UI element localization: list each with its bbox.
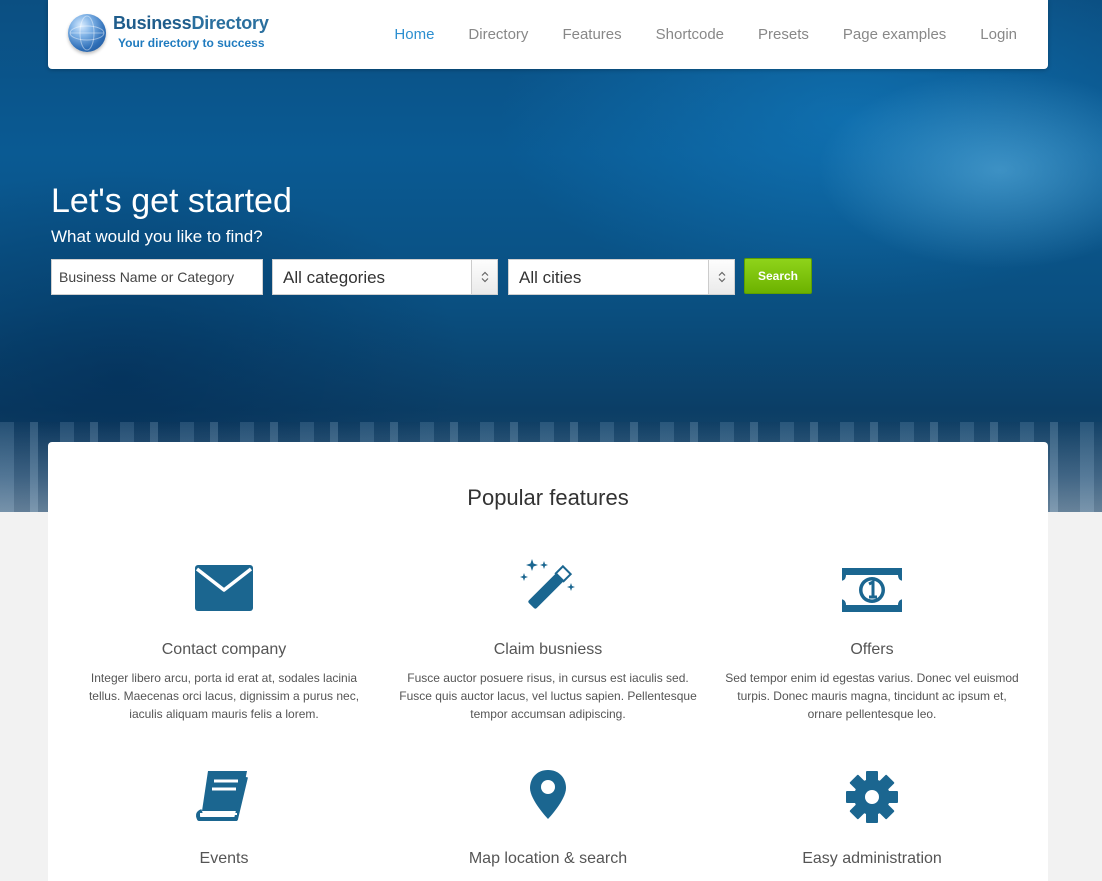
category-select-value: All categories [283, 268, 386, 287]
feature-title: Contact company [161, 641, 287, 658]
city-select-arrow[interactable] [708, 260, 734, 294]
hero-subtitle: What would you like to find? [51, 227, 263, 246]
features-heading: Popular features [467, 485, 629, 510]
feature-description: Integer libero arcu, porta id erat at, s… [88, 671, 360, 721]
updown-arrows-icon [481, 271, 489, 283]
category-select[interactable]: All categories [272, 259, 498, 295]
magic-wand-icon [520, 559, 575, 609]
nav-page-examples[interactable]: Page examples [826, 26, 963, 43]
brand-tagline: Your directory to success [118, 36, 265, 50]
nav-directory[interactable]: Directory [451, 26, 545, 43]
category-select-arrow[interactable] [471, 260, 497, 294]
money-bill-icon [842, 568, 902, 612]
city-select-value: All cities [519, 268, 582, 287]
hero-title: Let's get started [51, 182, 292, 220]
nav-features[interactable]: Features [545, 26, 638, 43]
nav-home[interactable]: Home [377, 26, 451, 43]
business-search-input[interactable] [51, 259, 263, 295]
gear-icon [846, 771, 898, 823]
city-select[interactable]: All cities [508, 259, 735, 295]
brand-logo[interactable]: BusinessDirectory Your directory to succ… [68, 13, 278, 55]
feature-description: Fusce auctor posuere risus, in cursus es… [399, 671, 697, 721]
feature-title: Easy administration [802, 850, 942, 867]
hero-banner [0, 0, 1102, 512]
envelope-icon [195, 565, 253, 611]
brand-name: BusinessDirectory [113, 13, 269, 33]
feature-title: Offers [850, 641, 894, 658]
feature-title: Map location & search [468, 850, 628, 867]
feature-title: Events [199, 850, 249, 867]
globe-icon [68, 14, 106, 52]
nav-presets[interactable]: Presets [741, 26, 826, 43]
features-card: Popular features Contact company Integer… [48, 442, 1048, 881]
nav-shortcode[interactable]: Shortcode [639, 26, 741, 43]
updown-arrows-icon [718, 271, 726, 283]
main-nav: Home Directory Features Shortcode Preset… [377, 0, 1034, 69]
top-navbar: BusinessDirectory Your directory to succ… [48, 0, 1048, 69]
map-pin-icon [530, 770, 566, 819]
feature-description: Sed tempor enim id egestas varius. Donec… [725, 671, 1019, 721]
book-icon [196, 771, 248, 821]
nav-login[interactable]: Login [963, 26, 1034, 43]
search-button[interactable]: Search [744, 258, 812, 294]
feature-title: Claim busniess [493, 641, 603, 658]
